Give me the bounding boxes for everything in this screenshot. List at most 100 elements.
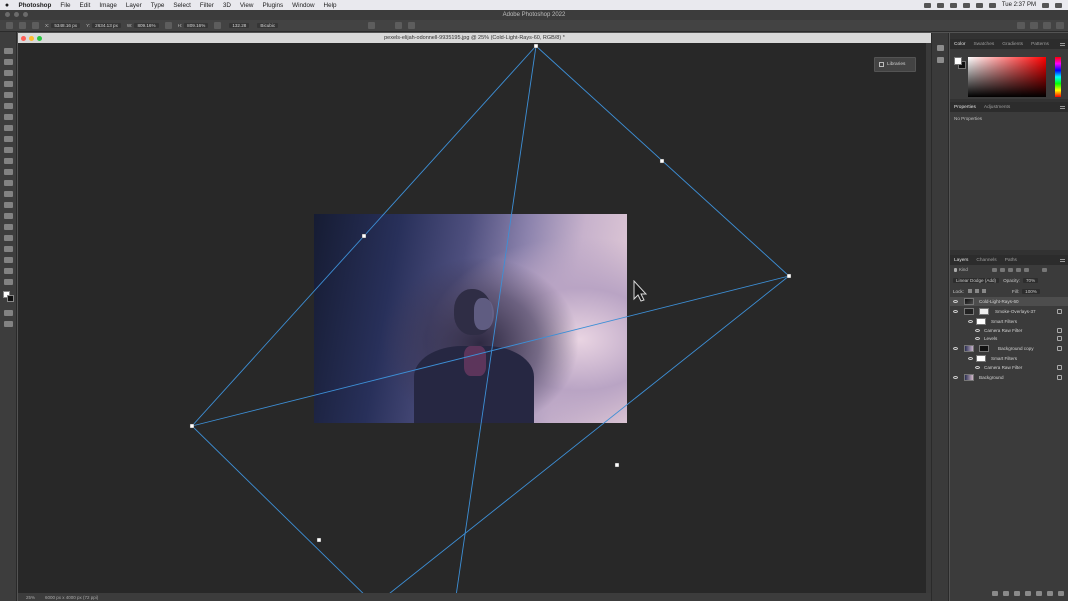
eraser-tool-icon[interactable] <box>4 169 13 175</box>
menu-3d[interactable]: 3D <box>218 2 235 9</box>
visibility-eye-icon[interactable] <box>953 310 958 313</box>
filter-toggle-icon[interactable] <box>1042 268 1047 272</box>
y-position-field[interactable]: 2634.13 px <box>92 23 121 28</box>
transform-handle-bottom-left[interactable] <box>316 537 322 543</box>
layer-row[interactable]: Background copy <box>950 344 1068 353</box>
document-tab[interactable]: pexels-elijah-odonnell-9935195.jpg @ 25%… <box>18 33 931 43</box>
comments-panel-icon[interactable] <box>937 57 944 63</box>
shape-tool-icon[interactable] <box>4 246 13 252</box>
commit-transform-icon[interactable] <box>408 22 416 29</box>
x-position-field[interactable]: 5348.16 px <box>51 23 81 28</box>
zoom-window-icon[interactable] <box>23 12 28 17</box>
path-selection-tool-icon[interactable] <box>4 235 13 241</box>
workspace-icon[interactable] <box>1043 22 1051 29</box>
hand-tool-icon[interactable] <box>4 257 13 263</box>
angle-field[interactable]: 132.28 <box>229 23 250 28</box>
type-tool-icon[interactable] <box>4 224 13 230</box>
foreground-swatch[interactable] <box>954 57 962 65</box>
wifi-icon[interactable] <box>975 2 983 8</box>
visibility-eye-icon[interactable] <box>968 320 973 323</box>
tab-gradients[interactable]: Gradients <box>998 42 1027 47</box>
tab-patterns[interactable]: Patterns <box>1027 42 1053 47</box>
link-icon[interactable] <box>164 22 172 29</box>
tab-channels[interactable]: Channels <box>972 258 1000 263</box>
interpolation-select[interactable]: Bicubic <box>257 23 279 28</box>
share-icon[interactable] <box>1056 22 1064 29</box>
visibility-eye-icon[interactable] <box>953 347 958 350</box>
filter-options-icon[interactable] <box>1057 365 1062 370</box>
new-layer-icon[interactable] <box>1047 591 1053 596</box>
blur-tool-icon[interactable] <box>4 191 13 197</box>
transform-handle-right[interactable] <box>786 273 792 279</box>
menu-edit[interactable]: Edit <box>75 2 95 9</box>
filter-options-icon[interactable] <box>1057 328 1062 333</box>
filter-smart-object-icon[interactable] <box>1024 268 1029 272</box>
tab-adjustments[interactable]: Adjustments <box>980 105 1014 110</box>
history-brush-tool-icon[interactable] <box>4 158 13 164</box>
brush-tool-icon[interactable] <box>4 136 13 142</box>
gradient-tool-icon[interactable] <box>4 180 13 186</box>
layer-style-icon[interactable] <box>1003 591 1009 596</box>
add-mask-icon[interactable] <box>1014 591 1020 596</box>
tab-paths[interactable]: Paths <box>1001 258 1021 263</box>
zoom-level[interactable]: 25% <box>26 595 35 600</box>
transform-handle-top-left[interactable] <box>361 233 367 239</box>
transform-handle-top[interactable] <box>533 43 539 49</box>
minimize-document-icon[interactable] <box>29 35 34 41</box>
lock-all-icon[interactable] <box>981 289 986 293</box>
frame-tool-icon[interactable] <box>4 103 13 109</box>
marquee-tool-icon[interactable] <box>4 59 13 65</box>
background-color-swatch[interactable] <box>7 295 14 302</box>
menu-plugins[interactable]: Plugins <box>258 2 288 9</box>
filter-pixel-icon[interactable] <box>992 268 997 272</box>
healing-brush-tool-icon[interactable] <box>4 125 13 131</box>
reference-point-icon[interactable] <box>32 22 39 29</box>
screen-mode-icon[interactable] <box>4 321 13 327</box>
visibility-eye-icon[interactable] <box>975 337 980 340</box>
tab-properties[interactable]: Properties <box>950 105 980 110</box>
search-icon[interactable] <box>1030 22 1038 29</box>
tab-layers[interactable]: Layers <box>950 258 972 263</box>
height-field[interactable]: 809.16% <box>184 23 209 28</box>
transform-handle-bottom-right[interactable] <box>614 462 620 468</box>
libraries-button[interactable]: Libraries <box>874 57 916 72</box>
warp-icon[interactable] <box>368 22 376 29</box>
menu-filter[interactable]: Filter <box>195 2 218 9</box>
transform-handle-top-right[interactable] <box>659 158 665 164</box>
layer-row[interactable]: Background <box>950 373 1068 382</box>
delete-layer-icon[interactable] <box>1058 591 1064 596</box>
filter-kind-select[interactable]: Kind <box>959 267 968 272</box>
user-icon[interactable] <box>1017 22 1025 29</box>
hue-slider[interactable] <box>1055 57 1061 97</box>
clock[interactable]: Tue 2:37 PM <box>1002 2 1036 8</box>
history-panel-icon[interactable] <box>937 45 944 51</box>
visibility-eye-icon[interactable] <box>953 376 958 379</box>
smart-filters-row[interactable]: Smart Filters <box>950 317 1068 326</box>
menu-file[interactable]: File <box>56 2 75 9</box>
panel-menu-icon[interactable] <box>1060 105 1065 109</box>
menu-help[interactable]: Help <box>319 2 341 9</box>
close-window-icon[interactable] <box>5 12 10 17</box>
link-layers-icon[interactable] <box>992 591 998 596</box>
lock-pixels-icon[interactable] <box>967 289 972 293</box>
menu-app-name[interactable]: Photoshop <box>14 2 56 9</box>
opacity-field[interactable]: 70% <box>1022 277 1039 283</box>
lasso-tool-icon[interactable] <box>4 70 13 76</box>
color-field[interactable] <box>968 57 1046 97</box>
document-info[interactable]: 6000 px x 4000 px (72 ppi) <box>45 595 98 600</box>
visibility-eye-icon[interactable] <box>968 357 973 360</box>
lock-position-icon[interactable] <box>974 289 979 293</box>
filter-row[interactable]: Levels <box>950 334 1068 343</box>
quick-select-tool-icon[interactable] <box>4 81 13 87</box>
spotlight-search-icon[interactable] <box>1042 2 1049 8</box>
home-icon[interactable] <box>6 22 13 29</box>
creative-cloud-icon[interactable] <box>936 2 944 8</box>
filter-adjustment-icon[interactable] <box>1000 268 1005 272</box>
menu-layer[interactable]: Layer <box>121 2 146 9</box>
zoom-document-icon[interactable] <box>37 35 42 41</box>
dropbox-icon[interactable] <box>949 2 957 8</box>
visibility-eye-icon[interactable] <box>975 366 980 369</box>
notification-center-icon[interactable] <box>1055 2 1062 8</box>
panel-menu-icon[interactable] <box>1060 258 1065 262</box>
visibility-eye-icon[interactable] <box>975 329 980 332</box>
